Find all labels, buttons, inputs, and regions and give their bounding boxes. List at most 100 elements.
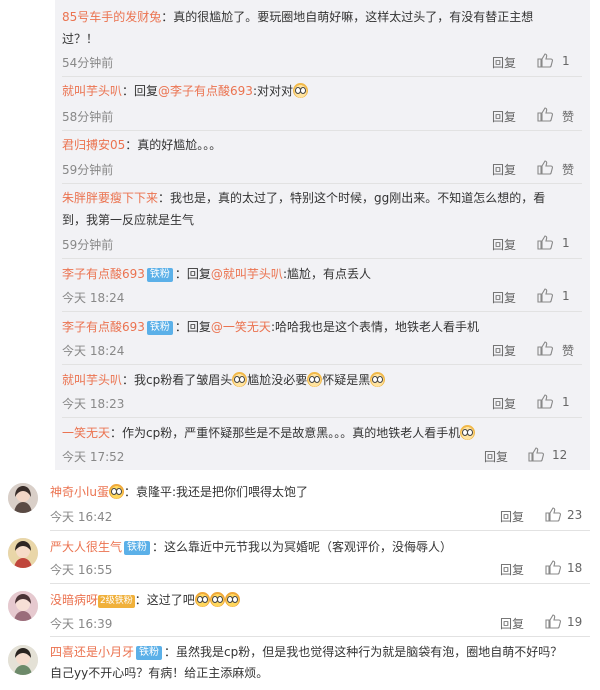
- comment-text: 怀疑是黑: [322, 373, 371, 387]
- commenter-name[interactable]: 没暗病呀: [50, 593, 98, 607]
- sub-comment: 85号车手的发财兔：真的很尴尬了。要玩圈地自萌好嘛，这样太过头了，有没有替正主想…: [62, 6, 582, 50]
- emoji-icon: [108, 484, 124, 499]
- divider: [62, 76, 582, 77]
- divider: [62, 364, 582, 365]
- thumbs-up-icon[interactable]: [537, 52, 553, 68]
- comment-text: 到，我第一反应就是生气: [62, 213, 195, 227]
- comment-time: 今天 18:23: [62, 397, 125, 411]
- divider: [62, 417, 582, 418]
- reply-button[interactable]: 回复: [492, 161, 516, 178]
- thumbs-up-icon[interactable]: [545, 506, 561, 522]
- fan-badge: 铁粉: [136, 646, 163, 660]
- divider: [62, 258, 582, 259]
- thumbs-up-icon[interactable]: [545, 613, 561, 629]
- emoji-icon: [460, 425, 476, 440]
- emoji-icon: [232, 372, 248, 387]
- thumbs-up-icon[interactable]: [537, 287, 553, 303]
- commenter-name[interactable]: 朱胖胖要瘦下下来: [62, 191, 158, 205]
- commenter-name[interactable]: 85号车手的发财兔: [62, 10, 161, 24]
- divider: [50, 583, 590, 584]
- divider: [62, 130, 582, 131]
- reply-button[interactable]: 回复: [492, 54, 516, 71]
- comment: 没暗病呀 2级铁粉 ：这过了吧: [50, 590, 590, 610]
- commenter-name[interactable]: 四喜还是小月牙: [50, 645, 134, 659]
- comment-time: 今天 16:42: [50, 510, 113, 524]
- comment-text: ：回复: [174, 267, 211, 281]
- comment-meta: 今天 18:23 回复 1: [62, 393, 582, 413]
- avatar[interactable]: [8, 645, 38, 675]
- comment-text: :尴尬，有点丢人: [282, 267, 371, 281]
- commenter-name[interactable]: 李子有点酸693: [62, 267, 145, 281]
- commenter-name[interactable]: 君归搏安05: [62, 138, 125, 152]
- reply-button[interactable]: 回复: [500, 561, 524, 578]
- reply-button[interactable]: 回复: [492, 342, 516, 359]
- fan-badge: 铁粉: [146, 321, 173, 335]
- like-count: 1: [562, 54, 570, 68]
- thumbs-up-icon[interactable]: [537, 159, 553, 175]
- thumbs-up-icon[interactable]: [528, 446, 544, 462]
- avatar[interactable]: [8, 483, 38, 513]
- like-count[interactable]: 赞: [562, 108, 574, 125]
- divider: [50, 636, 590, 637]
- commenter-name[interactable]: 李子有点酸693: [62, 320, 145, 334]
- comment-meta: 今天 16:42 回复 23: [50, 506, 590, 526]
- comment-text: ：回复: [122, 84, 159, 98]
- reply-button[interactable]: 回复: [500, 508, 524, 525]
- commenter-name[interactable]: 就叫芋头叭: [62, 373, 122, 387]
- sub-comment: 就叫芋头叭：我cp粉看了皱眉头 尴尬没必要 怀疑是黑: [62, 369, 582, 391]
- comment-time: 54分钟前: [62, 56, 114, 70]
- comment-time: 今天 16:55: [50, 563, 113, 577]
- commenter-name[interactable]: 就叫芋头叭: [62, 84, 122, 98]
- thumbs-up-icon[interactable]: [537, 393, 553, 409]
- like-count: 18: [567, 561, 583, 575]
- comment-time: 59分钟前: [62, 238, 114, 252]
- fan-badge: 铁粉: [146, 268, 173, 282]
- thumbs-up-icon[interactable]: [537, 106, 553, 122]
- mention-link[interactable]: @就叫芋头叭: [211, 267, 283, 281]
- like-count[interactable]: 赞: [562, 161, 574, 178]
- sub-comment: 就叫芋头叭：回复@李子有点酸693:对对对: [62, 80, 582, 102]
- commenter-name[interactable]: 神奇小lu蛋: [50, 485, 109, 499]
- comment-text: ：真的好尴尬。。。: [125, 138, 222, 152]
- sub-comment: 朱胖胖要瘦下下来：我也是，真的太过了，特别这个时候，gg刚出来。不知道怎么想的，…: [62, 187, 582, 231]
- avatar[interactable]: [8, 591, 38, 621]
- comment-time: 今天 16:39: [50, 617, 113, 631]
- sub-comment: 一笑无天：作为cp粉，严重怀疑那些是不是故意黑。。。真的地铁老人看手机: [62, 422, 582, 444]
- comment-text: 自己yy不开心吗？有病！给正主添麻烦。: [50, 666, 269, 680]
- reply-button[interactable]: 回复: [492, 108, 516, 125]
- comment-meta: 今天 18:24 回复 1: [62, 287, 582, 307]
- comment-text: ：这过了吧: [134, 593, 195, 607]
- comment-text: ：真的很尴尬了。要玩圈地自萌好嘛，这样太过头了，有没有替正主想: [161, 10, 534, 24]
- comment-time: 58分钟前: [62, 110, 114, 124]
- reply-button[interactable]: 回复: [484, 448, 508, 465]
- thumbs-up-icon[interactable]: [537, 234, 553, 250]
- emoji-icon: [307, 372, 323, 387]
- emoji-icon: [224, 592, 240, 607]
- reply-button[interactable]: 回复: [500, 615, 524, 632]
- avatar[interactable]: [8, 538, 38, 568]
- comment-text: :哈哈我也是这个表情，地铁老人看手机: [270, 320, 479, 334]
- commenter-name[interactable]: 一笑无天: [62, 426, 110, 440]
- comment-text: 尴尬没必要: [247, 373, 308, 387]
- commenter-name[interactable]: 严大人很生气: [50, 540, 122, 554]
- divider: [50, 530, 590, 531]
- reply-button[interactable]: 回复: [492, 236, 516, 253]
- like-count: 1: [562, 289, 570, 303]
- reply-button[interactable]: 回复: [492, 289, 516, 306]
- mention-link[interactable]: @李子有点酸693: [158, 84, 253, 98]
- emoji-icon: [194, 592, 210, 607]
- comment-text: :对对对: [252, 84, 293, 98]
- divider: [62, 311, 582, 312]
- comment-text: ：我cp粉看了皱眉头: [122, 373, 233, 387]
- like-count[interactable]: 赞: [562, 342, 574, 359]
- thumbs-up-icon[interactable]: [537, 340, 553, 356]
- thumbs-up-icon[interactable]: [545, 559, 561, 575]
- comment-time: 今天 17:52: [62, 450, 125, 464]
- comment-time: 今天 18:24: [62, 344, 125, 358]
- reply-button[interactable]: 回复: [492, 395, 516, 412]
- comment-meta: 今天 16:39 回复 19: [50, 613, 590, 633]
- fan-badge: 铁粉: [124, 541, 151, 555]
- emoji-icon: [292, 83, 308, 98]
- mention-link[interactable]: @一笑无天: [211, 320, 271, 334]
- emoji-icon: [209, 592, 225, 607]
